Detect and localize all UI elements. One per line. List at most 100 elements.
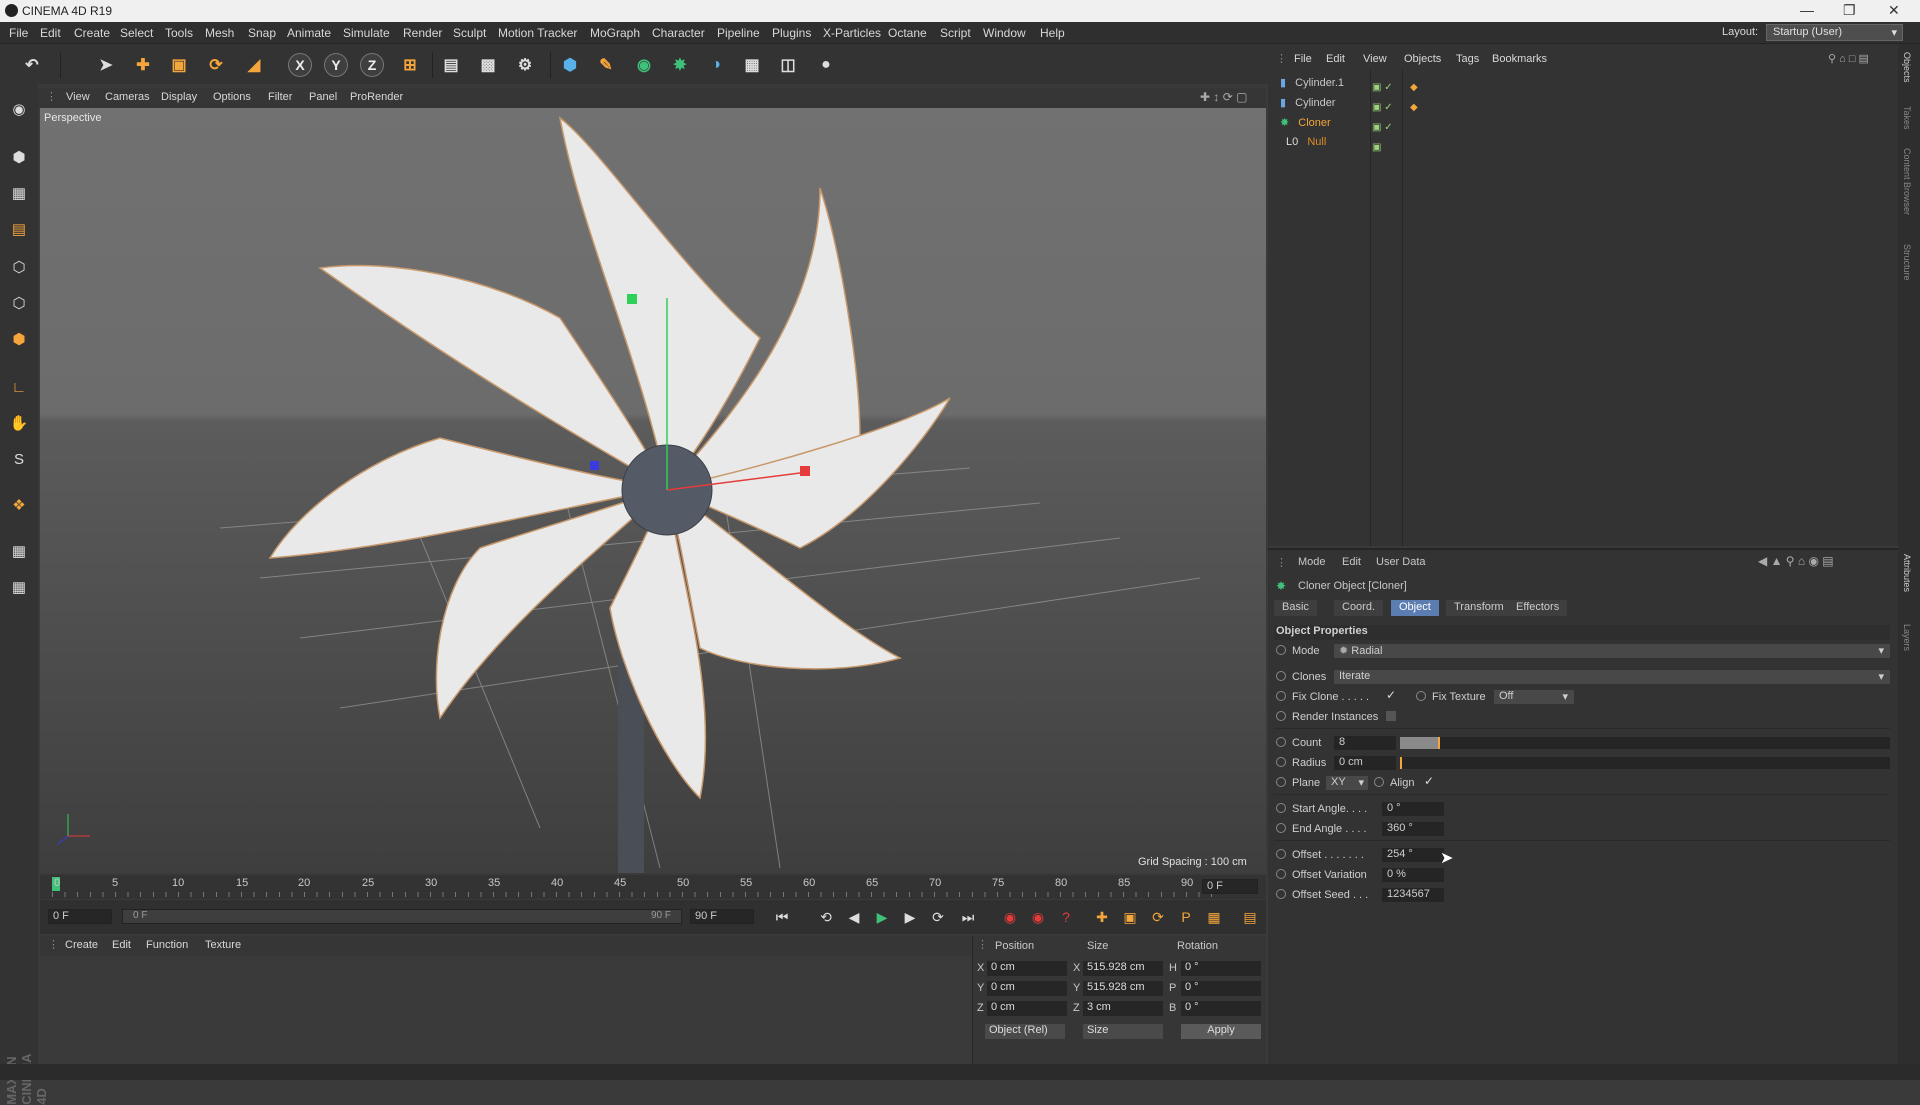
rotate-tool-button[interactable]: ⟳ (202, 51, 230, 79)
menu-octane[interactable]: Octane (888, 26, 927, 40)
animate-radio[interactable] (1276, 645, 1286, 655)
close-icon[interactable]: ✕ (1888, 2, 1900, 19)
x-axis-lock-button[interactable]: X (288, 53, 312, 77)
menu-plugins[interactable]: Plugins (772, 26, 811, 40)
rot-b-field[interactable]: 0 ° (1181, 1001, 1261, 1016)
go-to-end-button[interactable]: ⏭ (956, 906, 980, 928)
viewport-menu-cameras[interactable]: Cameras (105, 91, 150, 103)
start-frame-field[interactable]: 0 F (48, 909, 112, 924)
tab-effectors[interactable]: Effectors (1508, 600, 1568, 616)
floor-button[interactable]: ▦ (738, 51, 766, 79)
object-menu-edit[interactable]: Edit (1326, 53, 1345, 65)
object-row-null[interactable]: L0 Null (1286, 136, 1326, 148)
edges-mode-icon[interactable]: ⬡ (6, 290, 32, 316)
vtab-attributes[interactable]: Attributes (1902, 554, 1912, 592)
animate-radio[interactable] (1374, 777, 1384, 787)
vtab-layers[interactable]: Layers (1902, 624, 1912, 651)
viewport-menu-prorender[interactable]: ProRender (350, 91, 403, 103)
attr-menu-edit[interactable]: Edit (1342, 556, 1361, 568)
autokey-button[interactable]: ◉ (1026, 906, 1050, 928)
make-editable-icon[interactable]: ◉ (6, 96, 32, 122)
pos-y-field[interactable]: 0 cm (987, 981, 1067, 996)
viewport-menu-view[interactable]: View (66, 91, 90, 103)
undo-button[interactable]: ↶ (12, 51, 52, 79)
viewport[interactable] (40, 108, 1266, 873)
end-frame-field[interactable]: 90 F (690, 909, 754, 924)
deformer-button[interactable]: ◑ (702, 51, 730, 79)
spline-pen-button[interactable]: ✎ (592, 51, 620, 79)
animate-radio[interactable] (1276, 757, 1286, 767)
render-instances-checkbox[interactable] (1386, 711, 1396, 721)
menu-sculpt[interactable]: Sculpt (453, 26, 486, 40)
count-slider[interactable] (1400, 737, 1890, 749)
record-point-level-button[interactable]: ▦ (1202, 906, 1226, 928)
size-x-field[interactable]: 515.928 cm (1083, 961, 1163, 976)
menu-render[interactable]: Render (403, 26, 442, 40)
animate-radio[interactable] (1276, 737, 1286, 747)
vtab-content-browser[interactable]: Content Browser (1902, 148, 1912, 215)
attribute-nav-icons[interactable]: ◀ ▲ ⚲ ⌂ ◉ ▤ (1758, 554, 1834, 568)
vtab-takes[interactable]: Takes (1902, 106, 1912, 130)
x-scale-handle[interactable] (800, 466, 810, 476)
lock-workplane-icon[interactable]: ▦ (6, 538, 32, 564)
snap-icon[interactable]: S (6, 446, 32, 472)
pinwheel-model[interactable] (268, 116, 951, 873)
menu-simulate[interactable]: Simulate (343, 26, 390, 40)
align-checkbox[interactable]: ✓ (1424, 774, 1434, 788)
record-rotation-button[interactable]: ⟳ (1146, 906, 1170, 928)
last-tool-button[interactable]: ◢ (240, 51, 268, 79)
animate-radio[interactable] (1276, 777, 1286, 787)
viewport-navigation-icons[interactable]: ✚ ↕ ⟳ ▢ (1200, 90, 1247, 104)
z-scale-handle[interactable] (590, 461, 599, 470)
layout-select[interactable]: Startup (User) ▾ (1766, 24, 1903, 41)
next-key-button[interactable]: ⟳ (926, 906, 950, 928)
viewport-menu-options[interactable]: Options (213, 91, 251, 103)
record-scale-button[interactable]: ▣ (1118, 906, 1142, 928)
menu-pipeline[interactable]: Pipeline (717, 26, 760, 40)
object-menu-tags[interactable]: Tags (1456, 53, 1479, 65)
tab-basic[interactable]: Basic (1274, 600, 1317, 616)
menu-animate[interactable]: Animate (287, 26, 331, 40)
menu-edit[interactable]: Edit (40, 26, 61, 40)
restore-icon[interactable]: ❐ (1843, 2, 1856, 19)
tweak-mode-icon[interactable]: ✋ (6, 410, 32, 436)
scale-tool-button[interactable]: ▣ (165, 51, 193, 79)
animate-radio[interactable] (1276, 691, 1286, 701)
preview-range-slider[interactable]: 0 F 90 F (122, 909, 682, 924)
fix-clone-checkbox[interactable]: ✓ (1386, 688, 1396, 702)
axis-mode-icon[interactable]: ∟ (6, 374, 32, 400)
animate-radio[interactable] (1416, 691, 1426, 701)
animate-radio[interactable] (1276, 889, 1286, 899)
keyframe-selection-button[interactable]: ? (1054, 906, 1078, 928)
visibility-checks[interactable]: ▣ ✓ ▣ ✓ ▣ ✓ ▣ (1372, 78, 1393, 158)
points-mode-icon[interactable]: ⬡ (6, 254, 32, 280)
offset-field[interactable]: 254 ° (1382, 848, 1444, 862)
vtab-structure[interactable]: Structure (1902, 244, 1912, 281)
vtab-objects[interactable]: Objects (1902, 52, 1912, 83)
animate-radio[interactable] (1276, 803, 1286, 813)
fix-texture-select[interactable]: Off ▾ (1494, 690, 1574, 704)
material-menu-create[interactable]: Create (65, 939, 98, 951)
polygons-mode-icon[interactable]: ⬢ (6, 326, 32, 352)
material-menu-texture[interactable]: Texture (205, 939, 241, 951)
mode-select[interactable]: ✹ Radial ▾ (1334, 644, 1890, 658)
workplane-mode-icon[interactable]: ▤ (6, 216, 32, 242)
record-position-button[interactable]: ✚ (1090, 906, 1114, 928)
render-view-button[interactable]: ▤ (437, 51, 465, 79)
offset-seed-field[interactable]: 1234567 (1382, 888, 1444, 902)
material-menu-edit[interactable]: Edit (112, 939, 131, 951)
timeline-ruler[interactable]: 0 5 10 15 20 25 30 35 40 45 50 55 60 65 … (40, 875, 1266, 899)
apply-button[interactable]: Apply (1181, 1024, 1261, 1039)
menu-x-particles[interactable]: X-Particles (823, 26, 881, 40)
select-tool-button[interactable]: ➤ (92, 51, 120, 79)
attr-menu-mode[interactable]: Mode (1298, 556, 1326, 568)
menu-snap[interactable]: Snap (248, 26, 276, 40)
play-button[interactable]: ▶ (870, 906, 894, 928)
edit-render-settings-button[interactable]: ⚙ (511, 51, 539, 79)
animate-radio[interactable] (1276, 823, 1286, 833)
texture-mode-icon[interactable]: ▦ (6, 180, 32, 206)
menu-motion-tracker[interactable]: Motion Tracker (498, 26, 577, 40)
pos-z-field[interactable]: 0 cm (987, 1001, 1067, 1016)
offset-variation-field[interactable]: 0 % (1382, 868, 1444, 882)
start-angle-field[interactable]: 0 ° (1382, 802, 1444, 816)
